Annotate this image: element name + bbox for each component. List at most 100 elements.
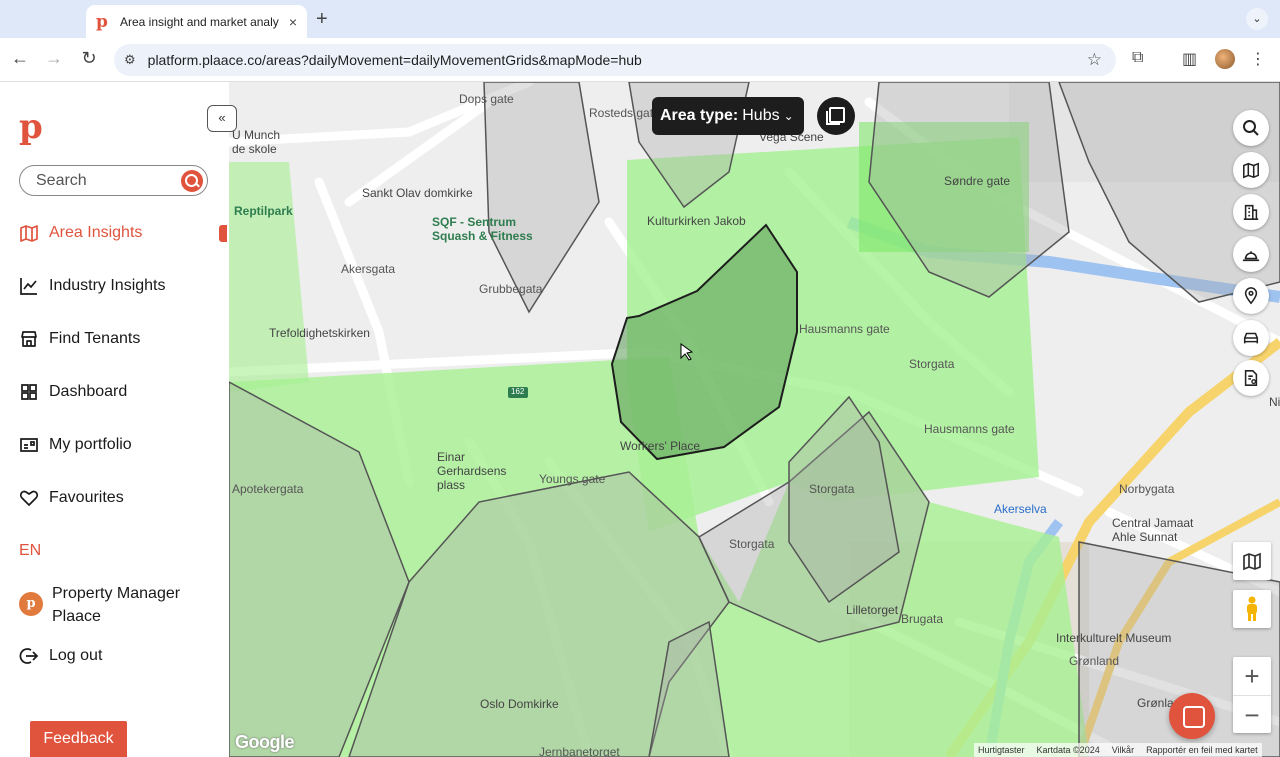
- map-label: Akerselva: [994, 502, 1047, 516]
- forward-arrow-icon[interactable]: →: [42, 48, 66, 69]
- sidebar-item-find-tenants[interactable]: Find Tenants: [19, 325, 140, 353]
- map-label: Hausmanns gate: [799, 322, 890, 336]
- map-icon: [1243, 162, 1259, 179]
- sidebar-item-my-portfolio[interactable]: My portfolio: [19, 431, 132, 459]
- map-label: Storgata: [729, 537, 775, 551]
- map-label: SQF - Sentrum: [432, 215, 517, 229]
- tab-title: Area insight and market analy: [120, 14, 279, 29]
- map-label: Storgata: [809, 482, 855, 496]
- map-label: Akersgata: [341, 262, 396, 276]
- restaurants-button[interactable]: [1233, 236, 1269, 272]
- places-button[interactable]: [1233, 278, 1269, 314]
- map-label: Dops gate: [459, 92, 514, 106]
- zoom-controls: + −: [1233, 657, 1271, 733]
- profile-switcher[interactable]: p Property Manager Plaace: [19, 582, 180, 628]
- building-icon: [1243, 204, 1259, 220]
- reports-button[interactable]: [1233, 360, 1269, 396]
- feedback-button[interactable]: Feedback: [30, 721, 127, 757]
- back-arrow-icon[interactable]: ←: [8, 48, 32, 69]
- report-error-link[interactable]: Rapportér en feil med kartet: [1146, 745, 1258, 755]
- buildings-button[interactable]: [1233, 194, 1269, 230]
- map-label: Sankt Olav domkirke: [362, 186, 473, 200]
- tab-search-chevron-icon[interactable]: ⌄: [1246, 8, 1268, 30]
- bookmark-star-icon[interactable]: ☆: [1087, 50, 1102, 70]
- profile-avatar[interactable]: [1215, 49, 1235, 69]
- close-tab-icon[interactable]: ×: [289, 14, 297, 30]
- sidebar-item-label: Favourites: [49, 489, 124, 506]
- plaace-logo[interactable]: p: [19, 110, 43, 144]
- browser-tab[interactable]: p Area insight and market analy ×: [86, 5, 307, 38]
- area-type-selector[interactable]: Area type: Hubs ⌄: [652, 97, 804, 135]
- map-label: Jernbanetorget: [539, 745, 620, 757]
- map-search-button[interactable]: [1233, 110, 1269, 146]
- map-label: de skole: [232, 142, 277, 156]
- new-tab-button[interactable]: +: [316, 8, 328, 31]
- map-label: Lilletorget: [846, 603, 899, 617]
- side-panel-icon[interactable]: ▥: [1182, 49, 1197, 69]
- language-selector[interactable]: EN: [19, 542, 41, 560]
- address-bar[interactable]: ⚙ platform.plaace.co/areas?dailyMovement…: [114, 44, 1116, 76]
- map-label: Gerhardsens: [437, 464, 507, 478]
- heart-icon: [19, 490, 39, 506]
- map-label: Trefoldighetskirken: [269, 326, 370, 340]
- map-label: Hausmanns gate: [924, 422, 1015, 436]
- sidebar-item-favourites[interactable]: Favourites: [19, 484, 124, 512]
- sidebar-item-industry-insights[interactable]: Industry Insights: [19, 272, 166, 300]
- map-label: Storgata: [909, 357, 955, 371]
- sidebar: p « Area Insights Industry Insights Find…: [0, 82, 237, 757]
- traffic-button[interactable]: [1233, 320, 1269, 356]
- browser-menu-icon[interactable]: ⋮: [1250, 49, 1266, 69]
- zoom-in-button[interactable]: +: [1233, 657, 1271, 695]
- search-icon[interactable]: [181, 170, 203, 192]
- map-base-layer: [229, 82, 1280, 757]
- map-label: Apotekergata: [232, 482, 304, 496]
- terms-link[interactable]: Vilkår: [1112, 745, 1134, 755]
- search-icon: [1243, 120, 1259, 136]
- profile-name: Property Manager Plaace: [52, 582, 180, 628]
- map-canvas[interactable]: U Munch de skole Dops gate Rosteds gate …: [229, 82, 1280, 757]
- map-icon: [1243, 552, 1261, 571]
- map-label: U Munch: [232, 128, 281, 142]
- chat-button[interactable]: [1169, 693, 1215, 739]
- reload-icon[interactable]: ↻: [77, 48, 101, 69]
- browser-toolbar: ← → ↻ ⚙ platform.plaace.co/areas?dailyMo…: [0, 38, 1280, 82]
- map-type-button[interactable]: [1233, 542, 1271, 580]
- map-label: Interkulturelt Museum: [1056, 631, 1172, 645]
- map-icon: [20, 225, 38, 242]
- logout-icon: [19, 648, 39, 664]
- cloche-icon: [1242, 251, 1260, 262]
- map-label: Søndre gate: [944, 174, 1011, 188]
- map-layer-button[interactable]: [1233, 152, 1269, 188]
- extensions-icon[interactable]: ⧉: [1132, 49, 1143, 67]
- sidebar-item-dashboard[interactable]: Dashboard: [19, 378, 127, 406]
- plaace-profile-icon: p: [19, 592, 43, 616]
- map-label: Grubbegata: [479, 282, 543, 296]
- site-settings-icon[interactable]: ⚙: [124, 52, 136, 68]
- collapse-sidebar-button[interactable]: «: [207, 105, 237, 132]
- sidebar-item-label: Find Tenants: [49, 330, 141, 347]
- map-attribution: Hurtigtaster Kartdata ©2024 Vilkår Rappo…: [974, 743, 1262, 757]
- browser-tab-bar: p Area insight and market analy × + ⌄: [0, 0, 1280, 38]
- keyboard-shortcuts-link[interactable]: Hurtigtaster: [978, 745, 1025, 755]
- zoom-out-button[interactable]: −: [1233, 695, 1271, 733]
- sidebar-item-label: My portfolio: [49, 436, 132, 453]
- map-label: Norbygata: [1119, 482, 1175, 496]
- id-card-icon: [20, 438, 38, 452]
- profile-org: Plaace: [52, 608, 101, 625]
- map-label: Workers' Place: [620, 439, 701, 453]
- logout-button[interactable]: Log out: [19, 642, 102, 670]
- google-logo: Google: [235, 732, 295, 752]
- map-label: Reptilpark: [234, 204, 293, 218]
- layers-toggle-button[interactable]: [817, 97, 855, 135]
- search-input[interactable]: [36, 171, 176, 190]
- url-text[interactable]: platform.plaace.co/areas?dailyMovement=d…: [148, 52, 642, 68]
- street-view-button[interactable]: [1233, 590, 1271, 628]
- sidebar-item-label: Industry Insights: [49, 277, 166, 294]
- location-pin-icon: [1244, 287, 1258, 305]
- map-label: Youngs gate: [539, 472, 606, 486]
- chart-icon: [20, 278, 37, 295]
- sidebar-item-area-insights[interactable]: Area Insights: [19, 219, 142, 247]
- map-label: Brugata: [901, 612, 944, 626]
- map-data-text: Kartdata ©2024: [1036, 745, 1100, 755]
- search-box: [19, 165, 208, 196]
